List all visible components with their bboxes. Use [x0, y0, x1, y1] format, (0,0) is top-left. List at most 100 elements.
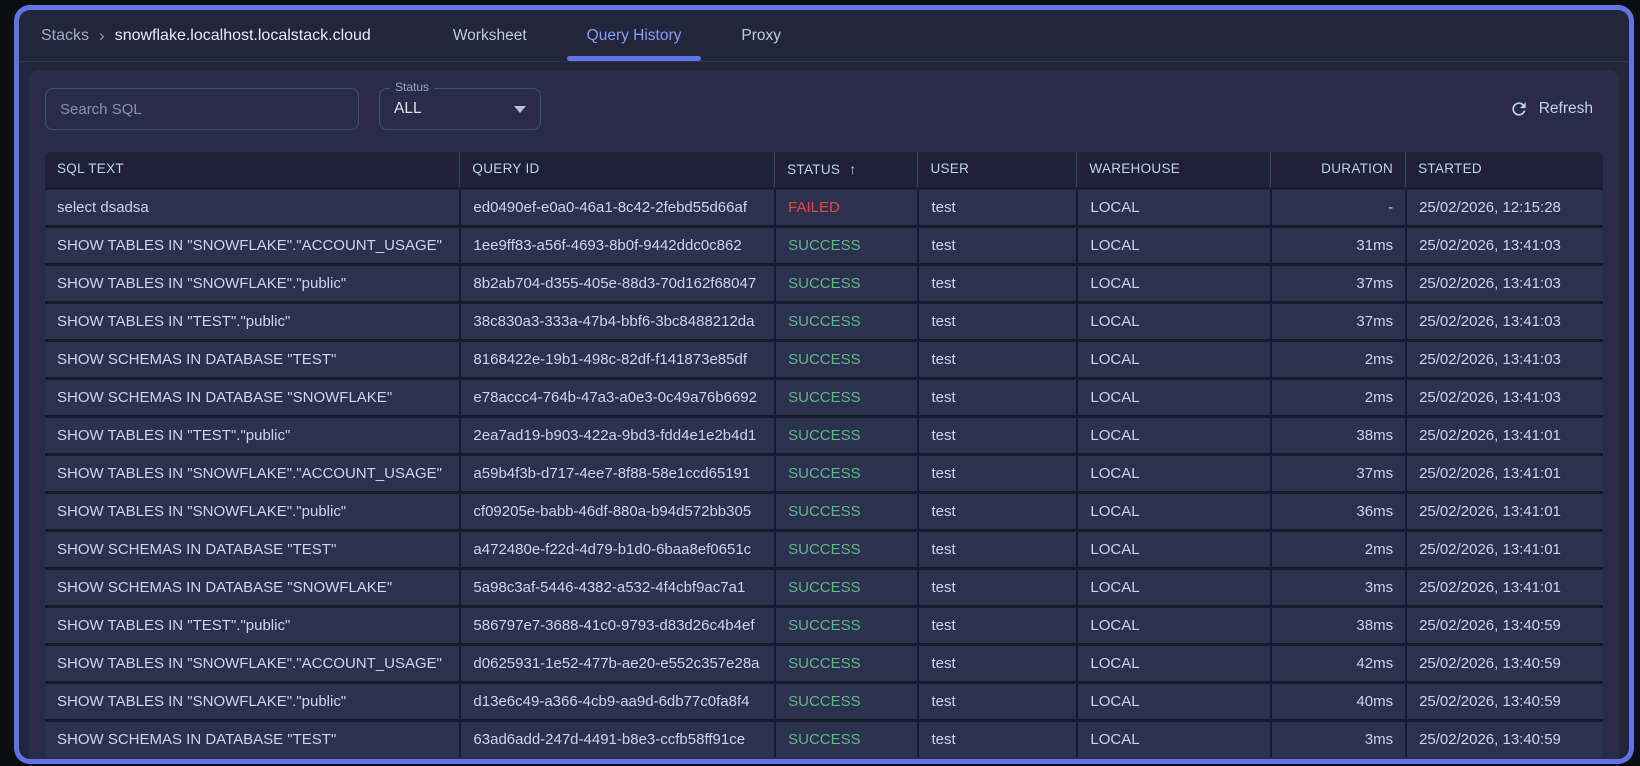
- cell-user: test: [917, 228, 1076, 263]
- column-header-sql[interactable]: SQL TEXT: [45, 152, 459, 187]
- column-header-started[interactable]: STARTED: [1405, 152, 1603, 187]
- top-navigation-bar: Stacks › snowflake.localhost.localstack.…: [19, 10, 1629, 62]
- status-filter-label: Status: [390, 80, 435, 94]
- cell-query_id: ed0490ef-e0a0-46a1-8c42-2febd55d66af: [459, 190, 774, 225]
- status-filter-value: ALL: [394, 100, 422, 117]
- cell-started: 25/02/2026, 13:41:01: [1405, 456, 1603, 491]
- cell-status: SUCCESS: [774, 266, 917, 301]
- cell-duration: 37ms: [1269, 456, 1406, 491]
- cell-warehouse: LOCAL: [1076, 418, 1269, 453]
- cell-status: SUCCESS: [774, 684, 917, 719]
- table-header: SQL TEXT QUERY ID STATUS ↑ USER WAREHOUSE DURA…: [45, 152, 1603, 187]
- table-row[interactable]: SHOW SCHEMAS IN DATABASE "TEST" 63ad6add-…: [45, 719, 1603, 757]
- table-row[interactable]: SHOW SCHEMAS IN DATABASE "SNOWFLAKE" 5a98…: [45, 567, 1603, 605]
- cell-user: test: [917, 532, 1076, 567]
- refresh-button[interactable]: Refresh: [1499, 93, 1603, 125]
- column-header-warehouse[interactable]: WAREHOUSE: [1076, 152, 1269, 187]
- table-row[interactable]: SHOW TABLES IN "SNOWFLAKE"."ACCOUNT_USAG…: [45, 225, 1603, 263]
- column-header-user[interactable]: USER: [917, 152, 1076, 187]
- column-header-duration[interactable]: DURATION: [1269, 152, 1406, 187]
- refresh-icon: [1512, 102, 1526, 116]
- column-label: STARTED: [1418, 161, 1482, 176]
- cell-user: test: [917, 342, 1076, 377]
- table-row[interactable]: SHOW TABLES IN "SNOWFLAKE"."public" cf092…: [45, 491, 1603, 529]
- cell-status: SUCCESS: [774, 532, 917, 567]
- cell-started: 25/02/2026, 13:40:59: [1405, 608, 1603, 643]
- cell-query_id: a472480e-f22d-4d79-b1d0-6baa8ef0651c: [459, 532, 774, 567]
- cell-warehouse: LOCAL: [1076, 304, 1269, 339]
- cell-status: SUCCESS: [774, 342, 917, 377]
- table-row[interactable]: SHOW TABLES IN "SNOWFLAKE"."public" d13e6…: [45, 681, 1603, 719]
- cell-warehouse: LOCAL: [1076, 608, 1269, 643]
- cell-started: 25/02/2026, 13:41:01: [1405, 532, 1603, 567]
- cell-warehouse: LOCAL: [1076, 190, 1269, 225]
- cell-user: test: [917, 608, 1076, 643]
- cell-status: SUCCESS: [774, 418, 917, 453]
- cell-status: SUCCESS: [774, 380, 917, 415]
- table-row[interactable]: SHOW TABLES IN "SNOWFLAKE"."ACCOUNT_USAG…: [45, 453, 1603, 491]
- query-history-table: SQL TEXT QUERY ID STATUS ↑ USER WAREHOUSE DURA…: [45, 152, 1603, 757]
- cell-status: SUCCESS: [774, 570, 917, 605]
- column-header-status[interactable]: STATUS ↑: [774, 152, 917, 187]
- cell-query_id: a59b4f3b-d717-4ee7-8f88-58e1ccd65191: [459, 456, 774, 491]
- table-row[interactable]: SHOW TABLES IN "TEST"."public" 2ea7ad19-b…: [45, 415, 1603, 453]
- cell-sql: SHOW SCHEMAS IN DATABASE "TEST": [57, 731, 337, 748]
- table-row[interactable]: SHOW TABLES IN "TEST"."public" 38c830a3-3…: [45, 301, 1603, 339]
- cell-query_id: 8168422e-19b1-498c-82df-f141873e85df: [459, 342, 774, 377]
- tab-bar: Worksheet Query History Proxy: [423, 10, 811, 61]
- cell-status: SUCCESS: [774, 494, 917, 529]
- table-row[interactable]: select dsadsa ed0490ef-e0a0-46a1-8c42-2fe…: [45, 187, 1603, 225]
- column-header-query_id[interactable]: QUERY ID: [459, 152, 774, 187]
- cell-warehouse: LOCAL: [1076, 684, 1269, 719]
- cell-query_id: 63ad6add-247d-4491-b8e3-ccfb58ff91ce: [459, 722, 774, 757]
- cell-duration: 3ms: [1269, 722, 1406, 757]
- cell-duration: 42ms: [1269, 646, 1406, 681]
- cell-query_id: 38c830a3-333a-47b4-bbf6-3bc8488212da: [459, 304, 774, 339]
- cell-user: test: [917, 380, 1076, 415]
- cell-sql: SHOW SCHEMAS IN DATABASE "TEST": [57, 351, 337, 368]
- table-row[interactable]: SHOW TABLES IN "TEST"."public" 586797e7-3…: [45, 605, 1603, 643]
- table-row[interactable]: SHOW SCHEMAS IN DATABASE "TEST" a472480e-…: [45, 529, 1603, 567]
- status-filter-select[interactable]: Status ALL: [379, 80, 541, 130]
- query-history-panel: Status ALL Refresh SQL TEXT QUERY ID STATU…: [29, 70, 1619, 759]
- cell-sql: select dsadsa: [57, 199, 149, 216]
- cell-warehouse: LOCAL: [1076, 532, 1269, 567]
- cell-status: SUCCESS: [774, 304, 917, 339]
- column-label: WAREHOUSE: [1089, 161, 1181, 176]
- cell-warehouse: LOCAL: [1076, 342, 1269, 377]
- tab-worksheet[interactable]: Worksheet: [423, 10, 557, 61]
- tab-proxy[interactable]: Proxy: [711, 10, 811, 61]
- breadcrumb-stacks-link[interactable]: Stacks: [41, 27, 89, 45]
- cell-warehouse: LOCAL: [1076, 228, 1269, 263]
- cell-sql: SHOW TABLES IN "SNOWFLAKE"."ACCOUNT_USAG…: [57, 465, 442, 482]
- cell-warehouse: LOCAL: [1076, 722, 1269, 757]
- cell-user: test: [917, 722, 1076, 757]
- cell-sql: SHOW TABLES IN "SNOWFLAKE"."ACCOUNT_USAG…: [57, 237, 442, 254]
- search-input[interactable]: [45, 88, 359, 130]
- cell-warehouse: LOCAL: [1076, 570, 1269, 605]
- cell-user: test: [917, 684, 1076, 719]
- table-row[interactable]: SHOW SCHEMAS IN DATABASE "TEST" 8168422e-…: [45, 339, 1603, 377]
- cell-warehouse: LOCAL: [1076, 266, 1269, 301]
- column-label: DURATION: [1321, 161, 1394, 176]
- cell-warehouse: LOCAL: [1076, 456, 1269, 491]
- cell-user: test: [917, 570, 1076, 605]
- column-label: SQL TEXT: [57, 161, 124, 176]
- cell-query_id: d0625931-1e52-477b-ae20-e552c357e28a: [459, 646, 774, 681]
- cell-duration: 2ms: [1269, 342, 1406, 377]
- tab-query-history[interactable]: Query History: [557, 10, 712, 61]
- cell-warehouse: LOCAL: [1076, 494, 1269, 529]
- table-row[interactable]: SHOW TABLES IN "SNOWFLAKE"."public" 8b2ab…: [45, 263, 1603, 301]
- table-row[interactable]: SHOW SCHEMAS IN DATABASE "SNOWFLAKE" e78a…: [45, 377, 1603, 415]
- refresh-label: Refresh: [1538, 100, 1593, 117]
- cell-started: 25/02/2026, 13:41:03: [1405, 304, 1603, 339]
- cell-user: test: [917, 266, 1076, 301]
- breadcrumb-separator-icon: ›: [99, 25, 105, 45]
- cell-duration: 38ms: [1269, 418, 1406, 453]
- cell-duration: 37ms: [1269, 304, 1406, 339]
- table-row[interactable]: SHOW TABLES IN "SNOWFLAKE"."ACCOUNT_USAG…: [45, 643, 1603, 681]
- column-label: STATUS: [787, 162, 841, 177]
- cell-duration: 31ms: [1269, 228, 1406, 263]
- cell-started: 25/02/2026, 13:40:59: [1405, 722, 1603, 757]
- cell-user: test: [917, 190, 1076, 225]
